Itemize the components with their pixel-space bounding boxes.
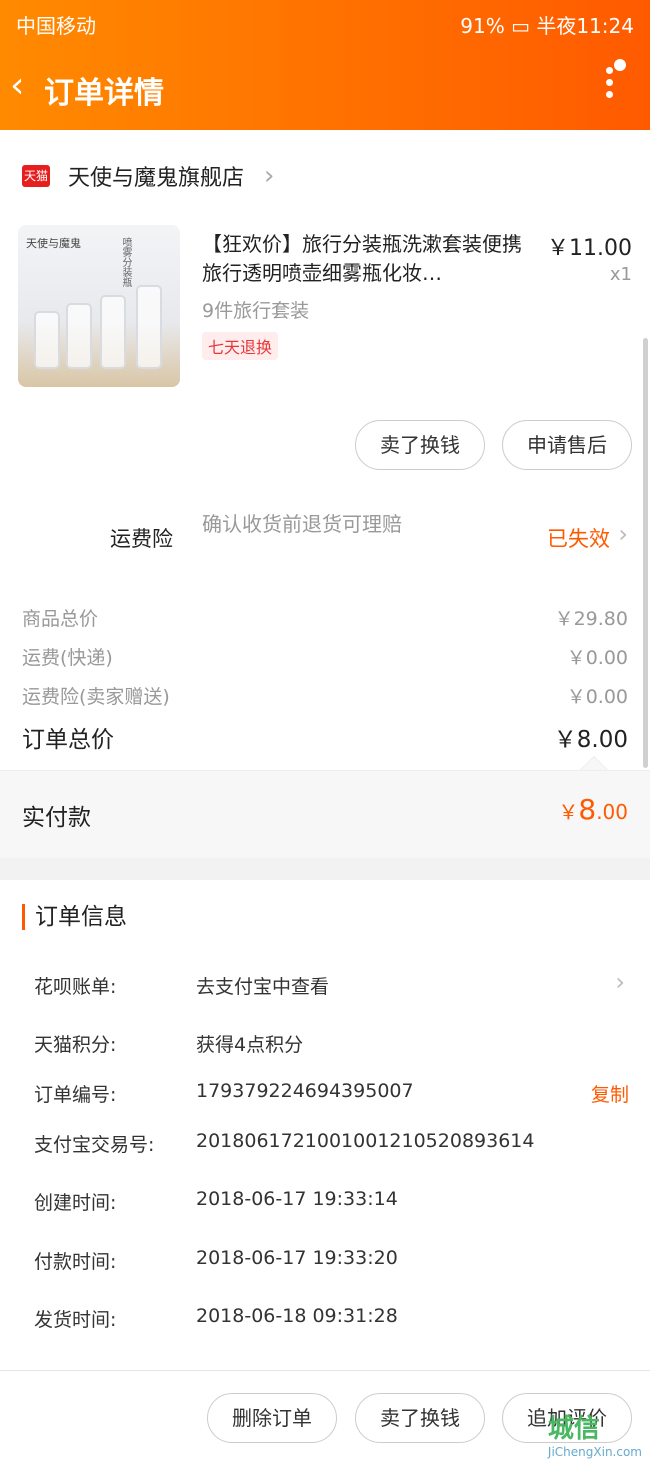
shipping-insurance-desc: 确认收货前退货可理赔 <box>202 512 402 536</box>
shipping-label: 运费(快递) <box>22 647 113 669</box>
status-bar: 中国移动 91% ▭ 半夜11:24 <box>0 0 650 44</box>
shop-name: 天使与魔鬼旗舰店 <box>68 166 245 191</box>
delete-order-button[interactable]: 删除订单 <box>207 1393 337 1443</box>
sell-for-cash-button[interactable]: 卖了换钱 <box>355 1393 485 1443</box>
payment-integer: 8 <box>578 793 597 826</box>
watermark-en: JiChengXin.com <box>547 1445 642 1459</box>
order-number-value: 179379224694395007 <box>196 1080 414 1102</box>
product-sku: 9件旅行套装 <box>202 300 310 322</box>
order-total-value: ￥8.00 <box>553 727 628 753</box>
after-sale-button[interactable]: 申请售后 <box>502 420 632 470</box>
sell-for-cash-button[interactable]: 卖了换钱 <box>355 420 485 470</box>
tmall-badge: 天猫 <box>22 165 50 187</box>
insurance-fee-row: 运费险(卖家赠送) ￥0.00 <box>22 682 628 709</box>
bottle-image <box>100 295 126 369</box>
bottle-image <box>136 285 162 369</box>
actual-payment-row: 实付款 ￥8.00 <box>0 770 650 858</box>
scrollbar[interactable] <box>643 338 648 768</box>
order-total-row: 订单总价 ￥8.00 <box>22 720 628 754</box>
goods-total-row: 商品总价 ￥29.80 <box>22 604 628 631</box>
paid-time-value: 2018-06-17 19:33:20 <box>196 1247 398 1269</box>
shipping-insurance-status[interactable]: 已失效 <box>547 523 610 553</box>
currency-symbol: ￥ <box>558 800 579 824</box>
created-time-value: 2018-06-17 19:33:14 <box>196 1188 398 1210</box>
copy-button[interactable]: 复制 <box>591 1080 629 1107</box>
shipping-insurance-label: 运费险 <box>110 527 173 551</box>
order-info-section: 订单信息 花呗账单: 去支付宝中查看 › 天猫积分: 获得4点积分 订单编号: … <box>0 880 650 1380</box>
order-total-label: 订单总价 <box>22 727 114 753</box>
shipped-time-value: 2018-06-18 09:31:28 <box>196 1305 398 1327</box>
goods-total-label: 商品总价 <box>22 608 99 630</box>
app-header: 中国移动 91% ▭ 半夜11:24 ‹ 订单详情 <box>0 0 650 130</box>
battery-level: 91% <box>460 14 505 38</box>
huabei-value: 去支付宝中查看 <box>196 976 330 998</box>
bottle-image <box>66 303 92 369</box>
chevron-right-icon: › <box>264 161 275 191</box>
order-number-label: 订单编号: <box>34 1084 117 1106</box>
payment-decimal: .00 <box>596 800 628 824</box>
actual-payment-label: 实付款 <box>22 805 91 831</box>
insurance-fee-value: ￥0.00 <box>566 686 628 708</box>
chevron-right-icon: › <box>615 968 625 996</box>
alipay-value: 2018061721001001210520893614 <box>196 1130 535 1152</box>
shop-row[interactable]: 天猫 天使与魔鬼旗舰店 › <box>22 160 274 192</box>
thumbnail-brand: 天使与魔鬼 <box>26 237 81 250</box>
watermark-cn: 城信 <box>547 1414 600 1444</box>
battery-icon: ▭ <box>511 14 530 38</box>
shipped-time-label: 发货时间: <box>34 1309 117 1331</box>
notification-dot <box>614 59 626 71</box>
shipping-value: ￥0.00 <box>566 647 628 669</box>
back-arrow-icon[interactable]: ‹ <box>10 66 40 106</box>
points-label: 天猫积分: <box>34 1034 117 1056</box>
watermark-logo: 城信 JiChengXin.com <box>548 1408 642 1459</box>
actual-payment-value: ￥8.00 <box>558 793 628 826</box>
alipay-label: 支付宝交易号: <box>34 1134 155 1156</box>
paid-time-label: 付款时间: <box>34 1251 117 1273</box>
goods-total-value: ￥29.80 <box>554 608 628 630</box>
product-quantity: x1 <box>609 264 632 285</box>
product-thumbnail[interactable]: 天使与魔鬼 喷雾分装瓶 <box>18 225 180 387</box>
huabei-label: 花呗账单: <box>34 976 117 998</box>
order-info-title: 订单信息 <box>22 904 127 930</box>
created-time-label: 创建时间: <box>34 1192 117 1214</box>
chevron-right-icon[interactable]: › <box>618 520 628 548</box>
product-title[interactable]: 【狂欢价】旅行分装瓶洗漱套装便携旅行透明喷壶细雾瓶化妆… <box>202 230 537 288</box>
shipping-row: 运费(快递) ￥0.00 <box>22 643 628 670</box>
return-policy-tag: 七天退换 <box>202 332 279 360</box>
points-value: 获得4点积分 <box>196 1034 304 1056</box>
thumbnail-caption: 喷雾分装瓶 <box>120 237 131 287</box>
more-menu-icon[interactable] <box>600 59 626 106</box>
insurance-fee-label: 运费险(卖家赠送) <box>22 686 170 708</box>
product-price: ￥11.00 <box>547 236 632 261</box>
order-card: 天猫 天使与魔鬼旗舰店 › 天使与魔鬼 喷雾分装瓶 【狂欢价】旅行分装瓶洗漱套装… <box>0 130 650 858</box>
page-title: 订单详情 <box>44 76 164 111</box>
clock-time: 半夜11:24 <box>536 14 634 38</box>
carrier-label: 中国移动 <box>16 14 96 38</box>
bottle-image <box>34 311 60 369</box>
